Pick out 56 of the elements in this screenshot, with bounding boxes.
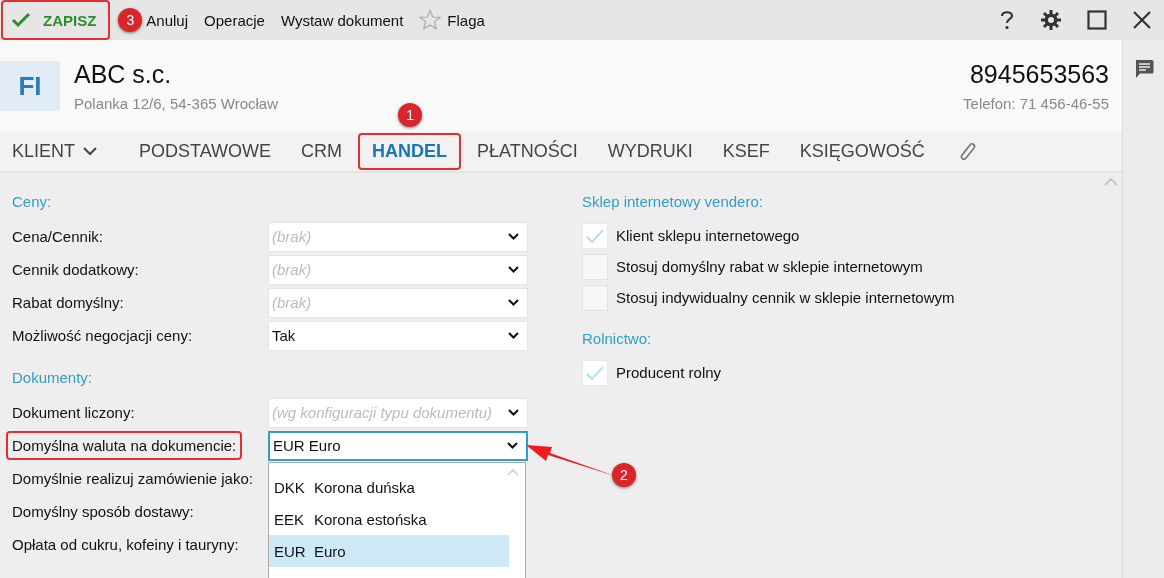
callout-badge: 3: [118, 8, 143, 32]
checkmark-icon: [585, 227, 605, 244]
checkbox-label: Producent rolny: [616, 364, 722, 381]
help-icon[interactable]: [999, 10, 1015, 30]
dropdown-field[interactable]: Tak: [268, 320, 528, 351]
callout-badge: 2: [612, 463, 636, 487]
field-label: Domyślna waluta na dokumencie:: [6, 431, 243, 460]
chevron-down-icon: [83, 147, 98, 157]
field-label: Cennik dodatkowy:: [11, 260, 140, 280]
flag-button[interactable]: Flaga: [411, 3, 493, 37]
chevron-down-icon: [508, 332, 519, 339]
tab[interactable]: PŁATNOŚCI: [463, 133, 592, 171]
tab[interactable]: PODSTAWOWE: [125, 133, 286, 171]
checkbox-label: Stosuj indywidualny cennik w sklepie internetowym: [616, 289, 955, 306]
dropdown-option[interactable]: EEK Korona estońska: [269, 503, 509, 535]
chevron-down-icon: [508, 266, 519, 273]
checkbox[interactable]: [582, 359, 608, 386]
chevron-down-icon: [507, 442, 518, 449]
chevron-down-icon: [508, 409, 519, 416]
client-menu-tab[interactable]: KLIENT: [0, 133, 112, 171]
field-label: Opłata od cukru, kofeiny i tauryny:: [11, 535, 240, 555]
star-icon: [419, 9, 442, 31]
checkmark-icon: [585, 364, 605, 381]
dropdown-option[interactable]: DKK Korona duńska: [269, 471, 509, 503]
section-title: Rolnictwo:: [582, 330, 653, 347]
field-label: Rabat domyślny:: [11, 293, 125, 313]
field-label: Możliwość negocjacji ceny:: [11, 326, 194, 346]
field-label: Dokument liczony:: [11, 403, 136, 423]
field-label: Domyślny sposób dostawy:: [11, 502, 195, 522]
toolbar-button[interactable]: Wystaw dokument: [272, 3, 412, 37]
close-icon[interactable]: [1132, 10, 1152, 30]
field-label: Domyślnie realizuj zamówienie jako:: [11, 469, 254, 489]
section-title: Ceny:: [12, 193, 53, 210]
tax-id: 8945653563: [969, 60, 1109, 90]
tab[interactable]: WYDRUKI: [593, 133, 707, 171]
section-title: Dokumenty:: [12, 369, 94, 386]
checkbox-label: Klient sklepu internetowego: [616, 227, 800, 244]
section-title: Sklep internetowy vendero:: [582, 193, 764, 210]
checkbox-label: Stosuj domyślny rabat w sklepie internetowym: [616, 258, 923, 275]
settings-icon[interactable]: [1040, 9, 1062, 31]
chevron-down-icon: [508, 233, 519, 240]
dropdown-option[interactable]: EUR Euro: [269, 535, 509, 567]
tab[interactable]: KSEF: [708, 133, 784, 171]
checkbox[interactable]: [582, 222, 608, 249]
dropdown-field[interactable]: EUR Euro: [268, 430, 528, 461]
company-name: ABC s.c.: [74, 60, 173, 90]
chevron-down-icon: [508, 299, 519, 306]
tab[interactable]: KSIĘGOWOŚĆ: [785, 133, 939, 171]
toolbar-button[interactable]: Operacje: [196, 3, 273, 37]
company-address: Polanka 12/6, 54-365 Wrocław: [74, 95, 278, 113]
phone-number: Telefon: 71 456-46-55: [963, 95, 1109, 113]
tab[interactable]: CRM: [287, 133, 357, 171]
maximize-icon[interactable]: [1087, 10, 1107, 30]
avatar-badge: FI: [0, 61, 60, 112]
field-label: Cena/Cennik:: [11, 227, 104, 247]
checkmark-icon: [11, 12, 31, 28]
